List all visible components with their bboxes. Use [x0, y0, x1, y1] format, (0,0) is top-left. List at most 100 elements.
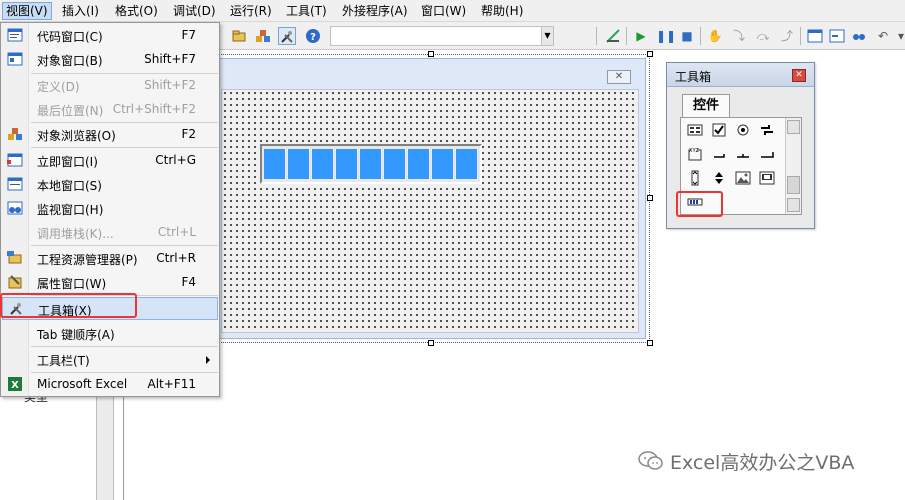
- menu-item-label: 本地窗口(S): [37, 179, 102, 193]
- refedit-icon[interactable]: [757, 168, 777, 188]
- progressbar-control[interactable]: [260, 144, 482, 184]
- menu-item-label: Tab 键顺序(A): [37, 328, 115, 342]
- spinbutton-icon[interactable]: [709, 168, 729, 188]
- scrollbar-icon[interactable]: [685, 168, 705, 188]
- frame-icon[interactable]: XYZ: [685, 144, 705, 164]
- project-explorer-icon[interactable]: [230, 27, 248, 45]
- menu-item-label: 对象浏览器(O): [37, 129, 116, 143]
- menu-addins[interactable]: 外接程序(A): [339, 3, 411, 19]
- resize-handle[interactable]: [647, 340, 653, 346]
- progressbar-block: [336, 149, 357, 179]
- menu-item-shortcut: F2: [181, 127, 196, 141]
- scroll-thumb[interactable]: [787, 176, 800, 194]
- progressbar-block: [456, 149, 477, 179]
- stop-icon[interactable]: ■: [678, 27, 696, 45]
- commandbutton-icon[interactable]: [709, 144, 729, 164]
- menu-item-toolbars[interactable]: 工具栏(T): [2, 348, 218, 371]
- menu-item-label: 工具栏(T): [37, 354, 90, 368]
- progressbar-fill: [264, 149, 477, 179]
- tabstrip-icon[interactable]: [733, 144, 753, 164]
- toolbox-scrollbar[interactable]: [785, 118, 801, 214]
- submenu-arrow-icon: [206, 356, 210, 364]
- scroll-down-icon[interactable]: [787, 198, 800, 212]
- menu-separator: [31, 245, 218, 246]
- userform-design-grid[interactable]: [221, 89, 639, 333]
- menu-item-label: 最后位置(N): [37, 104, 104, 118]
- menu-window[interactable]: 窗口(W): [418, 3, 469, 19]
- progressbar-block: [264, 149, 285, 179]
- combo-dropdown-icon[interactable]: ▼: [541, 27, 553, 45]
- menu-item-shortcut: Ctrl+L: [157, 225, 196, 239]
- image-icon[interactable]: [733, 168, 753, 188]
- locals-window-icon: [7, 176, 23, 192]
- step-out-icon[interactable]: ⤴: [778, 27, 796, 45]
- menu-insert[interactable]: 插入(I): [59, 3, 102, 19]
- close-icon[interactable]: ✕: [607, 70, 631, 84]
- pause-icon[interactable]: ❚❚: [656, 27, 676, 45]
- toggle-breakpoint-icon[interactable]: ✋: [706, 27, 724, 45]
- project-explorer-icon: [7, 250, 23, 266]
- location-combo[interactable]: ▼: [330, 26, 554, 46]
- locals-window-icon[interactable]: [806, 27, 824, 45]
- toolbox-icon[interactable]: [278, 27, 296, 45]
- menu-item-properties-window[interactable]: 属性窗口(W) F4: [2, 271, 218, 294]
- menu-tools[interactable]: 工具(T): [283, 3, 330, 19]
- svg-text:XYZ: XYZ: [689, 148, 699, 154]
- immediate-window-icon: [7, 152, 23, 168]
- resize-handle[interactable]: [647, 51, 653, 57]
- tab-controls[interactable]: 控件: [682, 94, 730, 118]
- menu-help[interactable]: 帮助(H): [478, 3, 526, 19]
- scroll-up-icon[interactable]: [787, 120, 800, 134]
- code-window-icon: [7, 27, 23, 43]
- menu-item-watch-window[interactable]: 监视窗口(H): [2, 197, 218, 220]
- userform-window[interactable]: ✕: [214, 58, 646, 339]
- menu-item-tab-order[interactable]: Tab 键顺序(A): [2, 322, 218, 345]
- menu-item-microsoft-excel[interactable]: X Microsoft Excel Alt+F11: [2, 373, 218, 396]
- menu-debug[interactable]: 调试(D): [170, 3, 219, 19]
- menu-bar: 视图(V) 插入(I) 格式(O) 调试(D) 运行(R) 工具(T) 外接程序…: [0, 0, 905, 22]
- optionbutton-icon[interactable]: [733, 120, 753, 140]
- watch-window-icon[interactable]: [850, 27, 868, 45]
- menu-separator: [31, 346, 218, 347]
- resize-handle[interactable]: [647, 195, 653, 201]
- watermark-text: Excel高效办公之VBA: [670, 452, 855, 474]
- menu-item-call-stack: 调用堆栈(K)... Ctrl+L: [2, 221, 218, 244]
- menu-item-shortcut: Ctrl+R: [156, 251, 196, 265]
- run-icon[interactable]: ▶: [632, 27, 650, 45]
- menu-item-label: 立即窗口(I): [37, 155, 98, 169]
- menu-item-object-window[interactable]: 对象窗口(B) Shift+F7: [2, 48, 218, 71]
- immediate-window-icon[interactable]: [828, 27, 846, 45]
- toolbar-separator: [800, 27, 801, 45]
- togglebutton-icon[interactable]: [757, 120, 777, 140]
- menu-item-code-window[interactable]: 代码窗口(C) F7: [2, 24, 218, 47]
- listbox-icon[interactable]: [685, 120, 705, 140]
- help-icon[interactable]: ?: [304, 27, 322, 45]
- progressbar-block: [408, 149, 429, 179]
- menu-item-locals-window[interactable]: 本地窗口(S): [2, 173, 218, 196]
- resize-handle[interactable]: [428, 51, 434, 57]
- undo-icon[interactable]: ↶: [874, 27, 892, 45]
- step-into-icon[interactable]: ⤵: [730, 27, 748, 45]
- menu-item-immediate-window[interactable]: 立即窗口(I) Ctrl+G: [2, 149, 218, 172]
- properties-window-icon: [7, 274, 23, 290]
- menu-item-label: 对象窗口(B): [37, 54, 103, 68]
- menu-run[interactable]: 运行(R): [227, 3, 275, 19]
- menu-item-shortcut: F4: [181, 275, 196, 289]
- step-over-icon[interactable]: ⤼: [754, 27, 772, 45]
- design-mode-icon[interactable]: [604, 27, 622, 45]
- checkbox-icon[interactable]: [709, 120, 729, 140]
- toolbox-titlebar[interactable]: 工具箱 ✕: [667, 63, 814, 87]
- multipage-icon[interactable]: [757, 144, 777, 164]
- object-browser-icon[interactable]: [254, 27, 272, 45]
- chevron-down-icon[interactable]: ▾: [892, 27, 905, 45]
- resize-handle[interactable]: [428, 340, 434, 346]
- menu-item-project-explorer[interactable]: 工程资源管理器(P) Ctrl+R: [2, 247, 218, 270]
- menu-view[interactable]: 视图(V): [2, 2, 52, 20]
- menu-item-shortcut: Ctrl+G: [155, 153, 196, 167]
- menu-item-object-browser[interactable]: 对象浏览器(O) F2: [2, 123, 218, 146]
- menu-item-shortcut: Shift+F2: [144, 78, 196, 92]
- close-icon[interactable]: ✕: [792, 69, 806, 82]
- menu-item-label: 代码窗口(C): [37, 30, 103, 44]
- userform-titlebar[interactable]: ✕: [215, 59, 645, 89]
- menu-format[interactable]: 格式(O): [112, 3, 161, 19]
